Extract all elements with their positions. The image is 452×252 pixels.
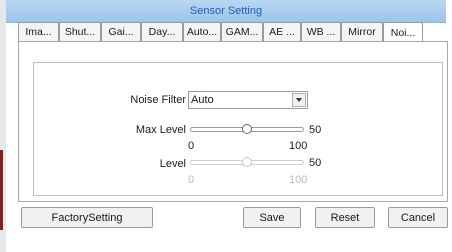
factory-setting-button[interactable]: FactorySetting [21,207,153,228]
cancel-button[interactable]: Cancel [388,207,448,228]
dialog-title: Sensor Setting [189,5,263,17]
tab-label: Gai... [108,26,134,38]
tab-gamma[interactable]: GAM... [221,22,263,41]
tab-label: Auto... [186,26,218,38]
level-label: Level [159,158,186,170]
save-button[interactable]: Save [243,207,301,228]
noise-filter-value: Auto [191,94,214,106]
max-level-slider[interactable] [190,124,304,135]
tab-label: Shut... [64,26,96,38]
tab-label: AE ... [269,26,295,38]
tab-image[interactable]: Ima... [18,22,59,41]
level-slider[interactable] [190,157,304,168]
save-label: Save [259,211,285,224]
slider-thumb[interactable] [242,157,252,167]
tab-noise[interactable]: Noi... [383,22,423,42]
level-value: 50 [309,157,322,169]
tab-gain[interactable]: Gai... [101,22,141,41]
tab-shutter[interactable]: Shut... [59,22,101,41]
tab-wb[interactable]: WB ... [301,22,341,41]
tab-label: Ima... [25,26,52,38]
dialog-titlebar[interactable]: Sensor Setting [6,0,446,23]
tab-ae[interactable]: AE ... [263,22,301,41]
tab-label: GAM... [225,26,259,38]
tab-label: Noi... [390,26,416,39]
cancel-label: Cancel [400,211,436,224]
noise-filter-label: Noise Filter [130,94,186,106]
tab-day-night[interactable]: Day... [141,22,183,41]
tab-label: Day... [148,26,176,38]
background-window-edge [0,150,3,230]
max-level-value: 50 [309,124,322,136]
level-min: 0 [188,174,195,186]
slider-thumb[interactable] [242,124,252,134]
max-level-max: 100 [289,140,308,152]
level-max: 100 [289,174,308,186]
chevron-down-icon [296,98,302,102]
tab-label: WB ... [306,26,336,38]
max-level-label: Max Level [135,124,186,136]
max-level-min: 0 [188,140,195,152]
dropdown-arrow-button[interactable] [292,93,306,107]
tab-bar: Ima... Shut... Gai... Day... Auto... GAM… [18,22,428,42]
factory-setting-label: FactorySetting [51,211,123,224]
tab-auto[interactable]: Auto... [183,22,221,41]
tab-mirror[interactable]: Mirror [341,22,383,41]
noise-filter-select[interactable]: Auto [188,91,308,109]
reset-button[interactable]: Reset [315,207,375,228]
tab-label: Mirror [348,26,376,38]
window-edge [0,0,6,252]
reset-label: Reset [330,211,360,224]
